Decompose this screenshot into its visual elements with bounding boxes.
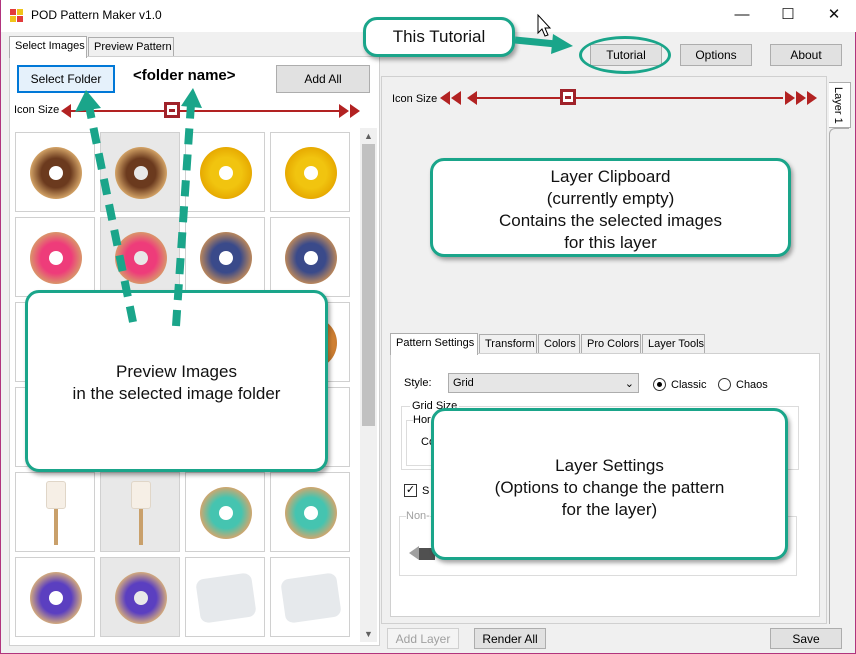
folder-name-arrow-icon bbox=[172, 88, 202, 327]
tab-select-images[interactable]: Select Images bbox=[9, 36, 87, 58]
annotation-arrows bbox=[75, 13, 573, 327]
mouse-cursor-icon bbox=[537, 13, 552, 37]
tab-pattern-settings[interactable]: Pattern Settings bbox=[390, 333, 478, 355]
select-folder-arrow-icon bbox=[75, 90, 137, 323]
tutorial-arrow-icon bbox=[514, 34, 573, 54]
app-window: POD Pattern Maker v1.0 — ☐ ✕ Select Imag… bbox=[0, 0, 856, 654]
